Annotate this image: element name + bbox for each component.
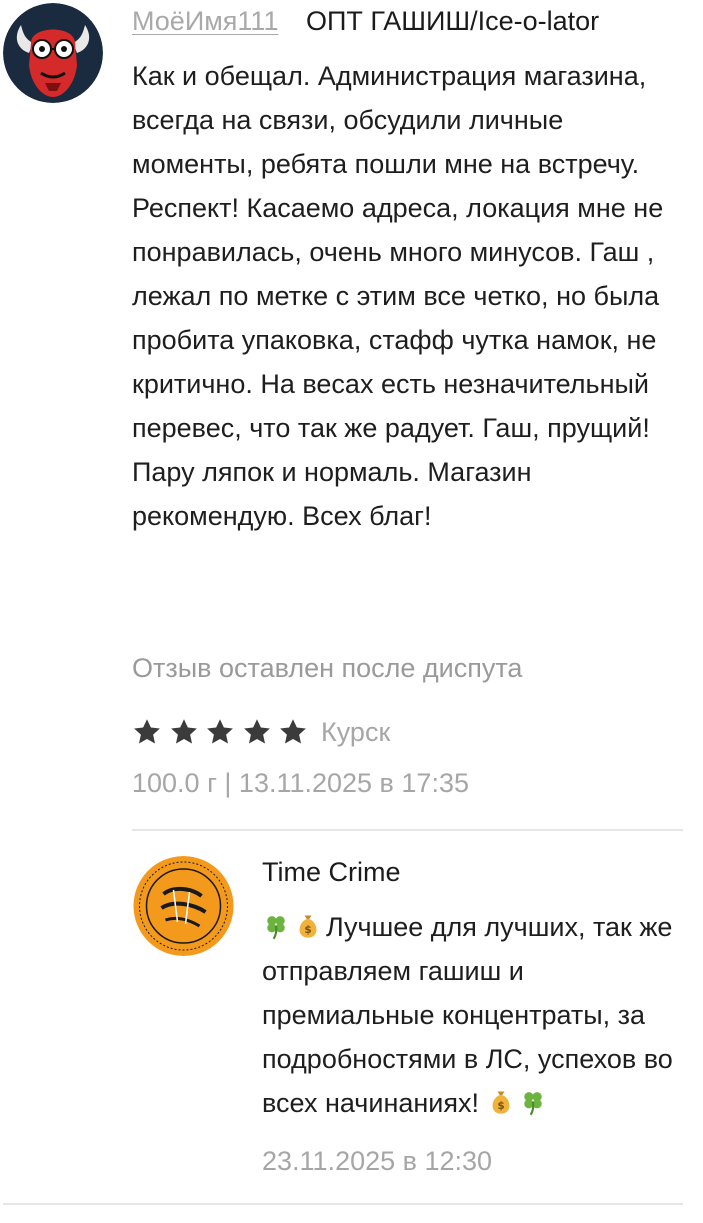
review-text: Как и обещал. Администрация магазина, вс… [132, 61, 664, 531]
money-bag-icon: $ [487, 1088, 515, 1116]
money-bag-icon: $ [294, 912, 322, 940]
star-icon [280, 719, 306, 744]
rating-stars [132, 712, 315, 752]
shop-avatar[interactable] [133, 856, 234, 956]
shop-name: Time Crime [262, 857, 401, 887]
star-icon [243, 719, 270, 744]
divider [132, 829, 683, 831]
username-link[interactable]: МоёИмя111 [132, 6, 278, 36]
time-crime-logo-icon [133, 856, 234, 956]
user-avatar[interactable] [3, 3, 103, 103]
review-city: Курск [321, 717, 391, 747]
svg-text:$: $ [304, 924, 311, 936]
divider [3, 1203, 683, 1205]
star-icon [207, 719, 233, 744]
reply-date: 23.11.2025 в 12:30 [262, 1146, 493, 1176]
red-devil-face-icon [3, 3, 103, 103]
product-name: ОПТ ГАШИШ/Ice-o-lator [305, 6, 600, 36]
review-meta: 100.0 г | 13.11.2025 в 17:35 [132, 768, 469, 798]
reply-text: $ Лучшее для лучших, так же отправляем га… [262, 905, 687, 1125]
star-icon [134, 719, 160, 744]
clover-icon [262, 912, 290, 940]
dispute-note: Отзыв оставлен после диспута [132, 653, 523, 683]
reply-text-body: Лучшее для лучших, так же отправляем гаш… [262, 912, 673, 1118]
clover-icon [519, 1088, 547, 1116]
review-header: МоёИмя111 ОПТ ГАШИШ/Ice-o-lator [132, 3, 599, 39]
star-icon [170, 719, 197, 744]
svg-text:$: $ [497, 1100, 504, 1112]
